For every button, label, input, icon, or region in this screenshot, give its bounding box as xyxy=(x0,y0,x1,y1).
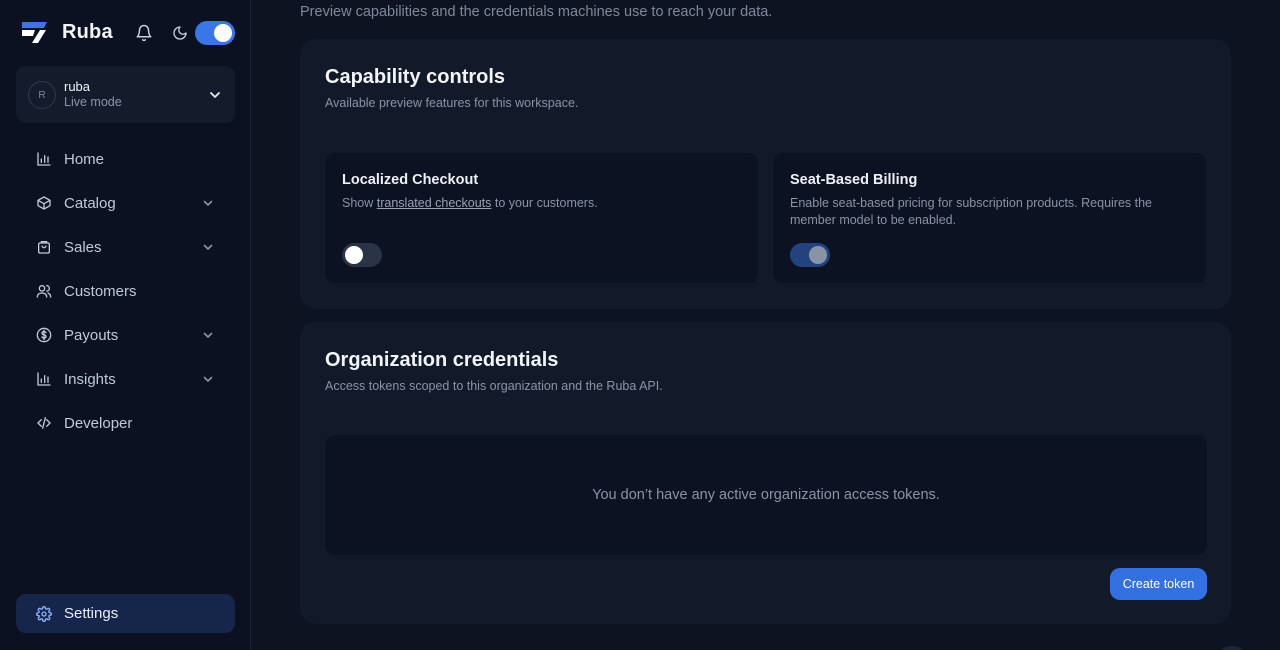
toggle-knob xyxy=(809,246,827,264)
capability-controls-card: Capability controls Available preview fe… xyxy=(300,39,1231,309)
nav-item-sales[interactable]: Sales xyxy=(16,229,235,265)
chevron-down-icon xyxy=(203,244,213,251)
nav-item-insights[interactable]: Insights xyxy=(16,361,235,397)
nav-label: Insights xyxy=(64,370,116,388)
toggle-knob xyxy=(214,24,232,42)
tokens-empty-state: You don’t have any active organization a… xyxy=(325,435,1207,555)
nav-item-payouts[interactable]: Payouts xyxy=(16,317,235,353)
page-subtitle: Preview capabilities and the credentials… xyxy=(300,4,773,20)
nav-item-customers[interactable]: Customers xyxy=(16,273,235,309)
nav-label: Home xyxy=(64,150,105,168)
nav-label: Settings xyxy=(64,605,119,622)
localized-checkout-toggle[interactable] xyxy=(342,243,382,267)
translated-checkouts-link[interactable]: translated checkouts xyxy=(377,196,492,210)
org-mode: Live mode xyxy=(64,95,122,109)
gear-icon xyxy=(36,606,52,622)
desc-text: Show xyxy=(342,196,377,210)
users-icon xyxy=(36,285,52,298)
help-launcher[interactable] xyxy=(1214,646,1250,650)
feature-title: Seat-Based Billing xyxy=(790,172,918,188)
bell-icon[interactable] xyxy=(135,24,153,42)
org-switcher[interactable]: R ruba Live mode xyxy=(16,66,235,123)
moon-icon xyxy=(173,26,187,40)
org-name: ruba xyxy=(64,79,91,94)
feature-description: Enable seat-based pricing for subscripti… xyxy=(790,196,1153,227)
feature-card-localized-checkout: Localized Checkout Show translated check… xyxy=(325,153,758,283)
empty-state-text: You don’t have any active organization a… xyxy=(592,487,940,503)
feature-title: Localized Checkout xyxy=(342,172,479,188)
seat-based-billing-toggle[interactable] xyxy=(790,243,830,267)
create-token-button[interactable]: Create token xyxy=(1110,568,1207,600)
toggle-knob xyxy=(345,246,363,264)
shopping-bag-icon xyxy=(38,241,50,254)
desc-text: to your customers. xyxy=(491,196,598,210)
theme-toggle[interactable] xyxy=(195,21,235,45)
nav-label: Customers xyxy=(64,282,137,300)
nav-item-catalog[interactable]: Catalog xyxy=(16,185,235,221)
code-icon xyxy=(37,417,51,429)
ruba-logo-icon xyxy=(22,22,47,43)
feature-card-seat-based-billing: Seat-Based Billing Enable seat-based pri… xyxy=(773,153,1206,283)
bar-chart-icon xyxy=(37,152,51,166)
organization-credentials-card: Organization credentials Access tokens s… xyxy=(300,322,1231,624)
card-title: Capability controls xyxy=(325,66,506,88)
nav-label: Catalog xyxy=(64,194,116,212)
brand[interactable]: Ruba xyxy=(20,20,113,44)
brand-name: Ruba xyxy=(62,20,113,43)
chevron-down-icon xyxy=(203,376,213,383)
card-title: Organization credentials xyxy=(325,349,559,371)
box-icon xyxy=(37,196,51,210)
nav-label: Payouts xyxy=(64,326,119,344)
sidebar: Ruba R ruba Live mode Home Catalog Sales… xyxy=(0,0,251,650)
dollar-circle-icon xyxy=(36,327,52,343)
nav-label: Developer xyxy=(64,414,133,432)
feature-description: Show translated checkouts to your custom… xyxy=(342,195,732,212)
chevron-down-icon xyxy=(210,92,220,98)
nav-label: Sales xyxy=(64,238,102,256)
nav-item-developer[interactable]: Developer xyxy=(16,405,235,441)
chevron-down-icon xyxy=(203,200,213,207)
card-description: Access tokens scoped to this organizatio… xyxy=(325,379,663,393)
nav-item-settings[interactable]: Settings xyxy=(16,594,235,633)
bar-chart-icon xyxy=(37,372,51,386)
org-avatar: R xyxy=(28,81,56,109)
card-description: Available preview features for this work… xyxy=(325,96,579,110)
nav-item-home[interactable]: Home xyxy=(16,141,235,177)
chevron-down-icon xyxy=(203,332,213,339)
